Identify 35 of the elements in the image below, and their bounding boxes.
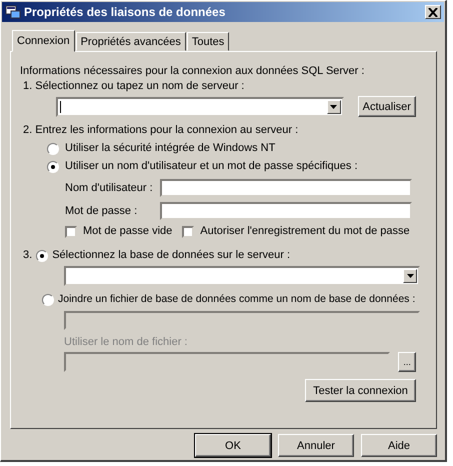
window-title: Propriétés des liaisons de données bbox=[24, 5, 226, 19]
step-label: 2. Entrez les informations pour la connexion au serveur : bbox=[23, 123, 300, 138]
radio-label[interactable]: Sélectionnez la base de données sur le serveur : bbox=[52, 248, 290, 263]
input-field[interactable] bbox=[160, 202, 412, 220]
checkbox[interactable] bbox=[65, 226, 77, 238]
browse-button[interactable]: ... bbox=[398, 352, 416, 372]
radio-button[interactable] bbox=[36, 250, 48, 262]
step-label: 1. Sélectionnez ou tapez un nom de serveur : bbox=[23, 79, 246, 94]
dialog-button[interactable]: OK bbox=[195, 434, 271, 457]
test-connection-button[interactable]: Tester la connexion bbox=[305, 379, 416, 402]
refresh-button[interactable]: Actualiser bbox=[358, 96, 416, 117]
input-field[interactable] bbox=[160, 179, 412, 197]
window-icon bbox=[5, 5, 21, 19]
checkbox-label[interactable]: Mot de passe vide bbox=[83, 224, 172, 239]
close-button[interactable] bbox=[425, 5, 441, 19]
radio-button[interactable] bbox=[47, 142, 59, 154]
field-label: Utiliser le nom de fichier : bbox=[64, 335, 188, 350]
radio-button[interactable] bbox=[42, 294, 54, 306]
tab[interactable]: Connexion bbox=[12, 30, 75, 52]
database-combo[interactable] bbox=[64, 266, 420, 286]
radio-label[interactable]: Utiliser un nom d'utilisateur et un mot de passe spécifiques : bbox=[65, 159, 358, 174]
tab[interactable]: Toutes bbox=[186, 32, 230, 51]
server-combo[interactable] bbox=[56, 96, 344, 116]
intro-text: Informations nécessaires pour la connexion aux données SQL Server : bbox=[20, 64, 366, 79]
radio-label[interactable]: Joindre un fichier de base de données comme un nom de base de données : bbox=[58, 292, 416, 307]
checkbox-label[interactable]: Autoriser l'enregistrement du mot de passe bbox=[200, 224, 410, 239]
tab[interactable]: Propriétés avancées bbox=[76, 32, 186, 51]
dialog-button[interactable]: Annuler bbox=[278, 434, 354, 457]
field-label: Mot de passe : bbox=[65, 204, 138, 218]
checkbox[interactable] bbox=[182, 226, 194, 238]
field-label: Nom d'utilisateur : bbox=[65, 180, 154, 196]
radio-label[interactable]: Utiliser la sécurité intégrée de Windows NT bbox=[65, 141, 276, 156]
radio-button[interactable] bbox=[47, 160, 59, 172]
dialog-button[interactable]: Aide bbox=[361, 434, 437, 457]
step-number: 3. bbox=[23, 248, 32, 263]
